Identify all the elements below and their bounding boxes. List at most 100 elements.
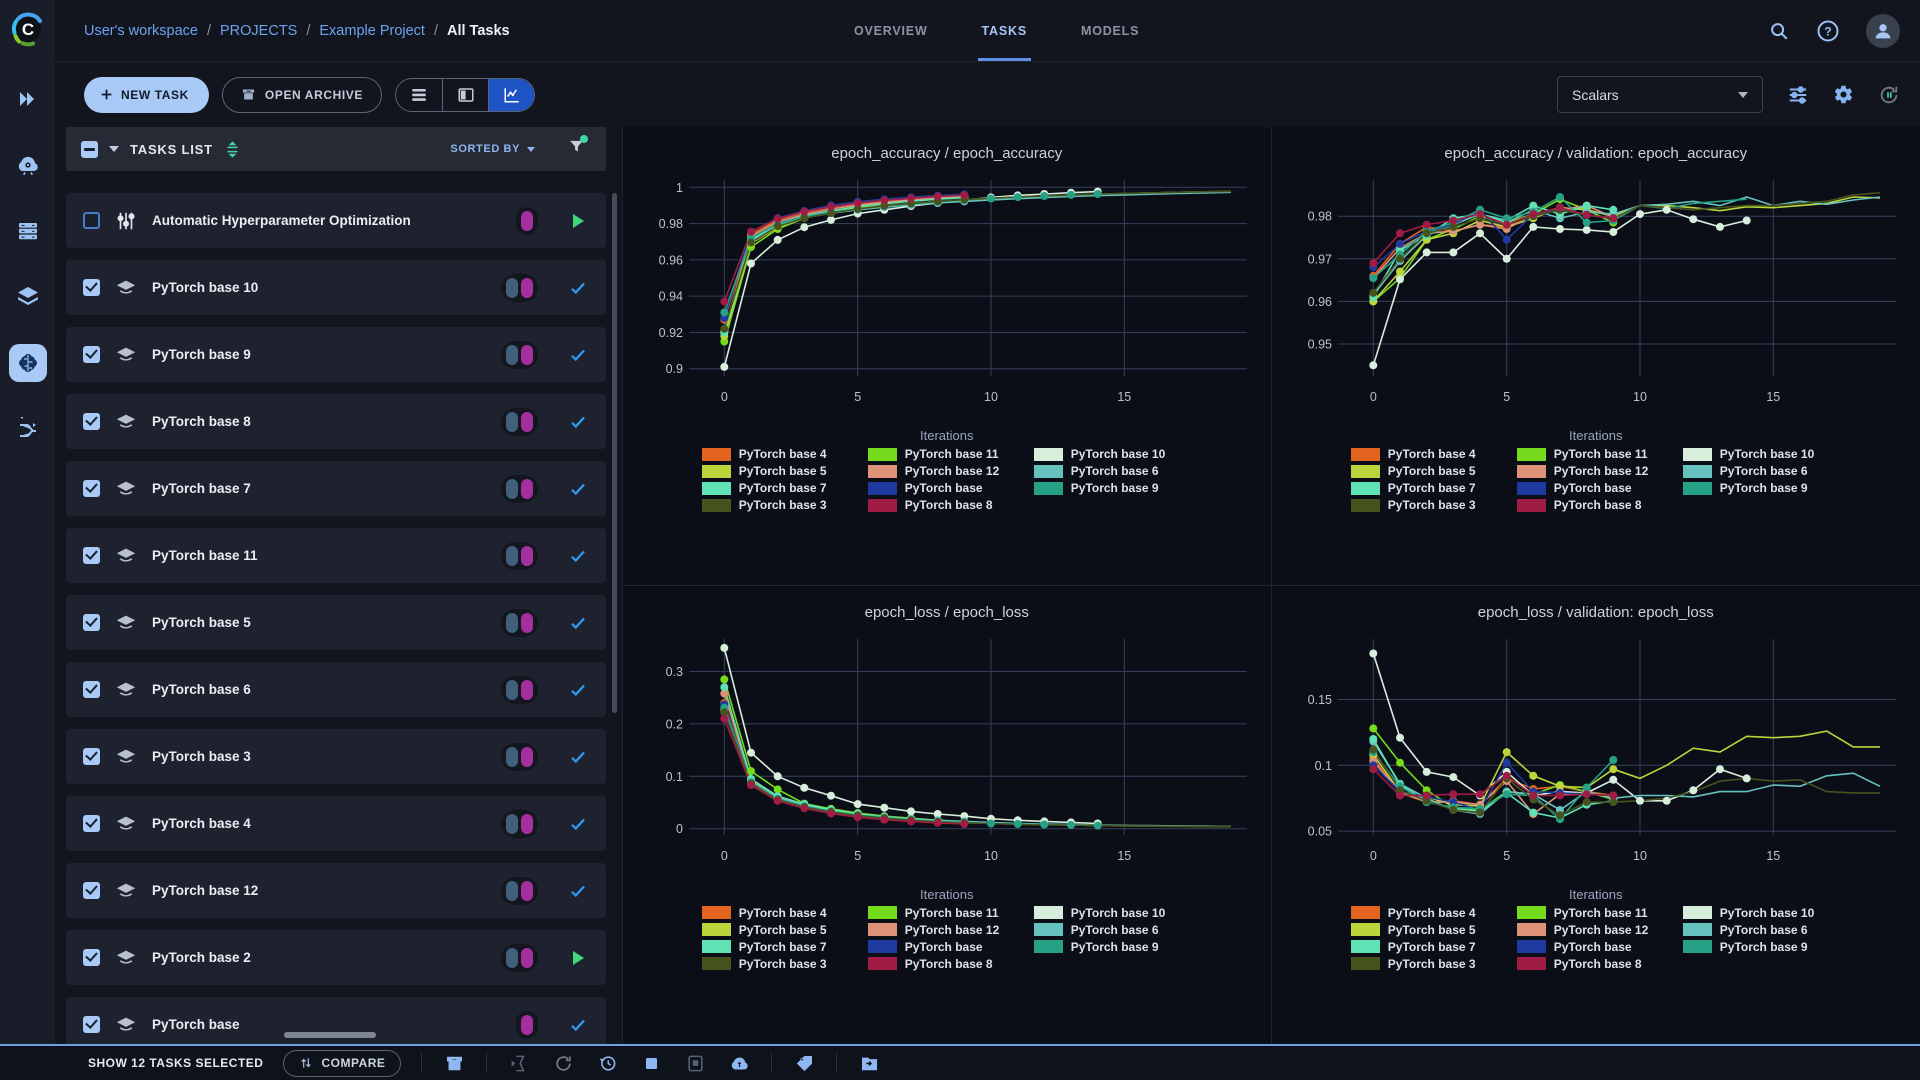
- open-archive-button[interactable]: OPEN ARCHIVE: [221, 76, 383, 113]
- vertical-scrollbar[interactable]: [612, 193, 617, 713]
- legend-item[interactable]: PyTorch base 11: [1516, 906, 1675, 920]
- legend-item[interactable]: PyTorch base 7: [1350, 940, 1509, 954]
- select-all-checkbox[interactable]: [81, 140, 98, 158]
- breadcrumb-project[interactable]: Example Project: [319, 23, 425, 39]
- task-pills[interactable]: [501, 340, 538, 369]
- task-pills[interactable]: [501, 541, 538, 570]
- task-row[interactable]: Automatic Hyperparameter Optimization: [66, 193, 606, 248]
- chart-view-icon[interactable]: [488, 78, 535, 111]
- legend-item[interactable]: PyTorch base 5: [1350, 923, 1509, 937]
- retry-icon[interactable]: [551, 1051, 575, 1075]
- legend-item[interactable]: PyTorch base 11: [1516, 447, 1675, 461]
- task-status[interactable]: [567, 279, 589, 297]
- legend-item[interactable]: PyTorch base 10: [1682, 447, 1841, 461]
- task-status[interactable]: [567, 413, 589, 431]
- task-row[interactable]: PyTorch base 3: [66, 729, 606, 784]
- settings-gear-icon[interactable]: [1833, 84, 1854, 105]
- task-checkbox[interactable]: [83, 1016, 100, 1033]
- task-row[interactable]: PyTorch base 7: [66, 461, 606, 516]
- auto-refresh-icon[interactable]: [1878, 84, 1900, 106]
- task-status[interactable]: [567, 748, 589, 766]
- legend-item[interactable]: PyTorch base 9: [1033, 481, 1192, 495]
- metric-select[interactable]: Scalars: [1557, 76, 1763, 113]
- task-row[interactable]: PyTorch base 10: [66, 260, 606, 315]
- sort-handle-icon[interactable]: [224, 140, 241, 158]
- abort-icon[interactable]: [639, 1051, 663, 1075]
- legend-item[interactable]: PyTorch base 8: [867, 957, 1026, 971]
- legend-item[interactable]: PyTorch base 9: [1682, 481, 1841, 495]
- task-status[interactable]: [567, 882, 589, 900]
- frame-icon[interactable]: [683, 1051, 707, 1075]
- legend-item[interactable]: PyTorch base: [1516, 940, 1675, 954]
- select-menu-caret-icon[interactable]: [109, 146, 119, 152]
- legend-item[interactable]: PyTorch base 3: [701, 957, 860, 971]
- task-row[interactable]: PyTorch base 12: [66, 863, 606, 918]
- legend-item[interactable]: PyTorch base: [1516, 481, 1675, 495]
- task-checkbox[interactable]: [83, 614, 100, 631]
- tab-models[interactable]: MODELS: [1077, 0, 1143, 61]
- legend-item[interactable]: PyTorch base 3: [701, 498, 860, 512]
- legend-item[interactable]: PyTorch base 11: [867, 906, 1026, 920]
- legend-item[interactable]: PyTorch base 6: [1033, 923, 1192, 937]
- legend-item[interactable]: PyTorch base 6: [1682, 923, 1841, 937]
- search-icon[interactable]: [1768, 20, 1790, 42]
- task-row[interactable]: PyTorch base 11: [66, 528, 606, 583]
- task-pills[interactable]: [501, 608, 538, 637]
- task-status[interactable]: [567, 950, 589, 965]
- task-checkbox[interactable]: [83, 949, 100, 966]
- task-status[interactable]: [567, 213, 589, 228]
- legend-item[interactable]: PyTorch base 11: [867, 447, 1026, 461]
- legend-item[interactable]: PyTorch base 12: [1516, 923, 1675, 937]
- task-row[interactable]: PyTorch base 2: [66, 930, 606, 985]
- publish-cloud-icon[interactable]: [727, 1051, 751, 1075]
- legend-item[interactable]: PyTorch base 10: [1033, 447, 1192, 461]
- legend-item[interactable]: PyTorch base 4: [701, 906, 860, 920]
- help-icon[interactable]: ?: [1816, 19, 1840, 43]
- legend-item[interactable]: PyTorch base 10: [1682, 906, 1841, 920]
- selected-count-label[interactable]: SHOW 12 TASKS SELECTED: [88, 1056, 263, 1070]
- task-pills[interactable]: [501, 675, 538, 704]
- hourglass-icon[interactable]: [507, 1051, 531, 1075]
- task-checkbox[interactable]: [83, 346, 100, 363]
- chart-plot[interactable]: 0 5 10 15 0.9 0.92 0.94 0.96 0.98 1: [637, 170, 1257, 428]
- legend-item[interactable]: PyTorch base 8: [1516, 498, 1675, 512]
- task-status[interactable]: [567, 815, 589, 833]
- datasets-icon[interactable]: [9, 278, 47, 316]
- legend-item[interactable]: PyTorch base 4: [701, 447, 860, 461]
- task-checkbox[interactable]: [83, 748, 100, 765]
- task-pills[interactable]: [516, 206, 538, 235]
- expand-icon[interactable]: [9, 80, 47, 118]
- task-pills[interactable]: [501, 474, 538, 503]
- task-checkbox[interactable]: [83, 882, 100, 899]
- chart-plot[interactable]: 0 5 10 15 0 0.1 0.2 0.3: [637, 629, 1257, 887]
- pipelines-icon[interactable]: [9, 410, 47, 448]
- legend-item[interactable]: PyTorch base 9: [1033, 940, 1192, 954]
- legend-item[interactable]: PyTorch base 12: [1516, 464, 1675, 478]
- legend-item[interactable]: PyTorch base: [867, 940, 1026, 954]
- task-checkbox[interactable]: [83, 815, 100, 832]
- chart-plot[interactable]: 0 5 10 15 0.05 0.1 0.15: [1286, 629, 1906, 887]
- task-pills[interactable]: [501, 407, 538, 436]
- split-view-icon[interactable]: [442, 78, 488, 111]
- legend-item[interactable]: PyTorch base 8: [1516, 957, 1675, 971]
- task-row[interactable]: PyTorch base 4: [66, 796, 606, 851]
- task-checkbox[interactable]: [83, 413, 100, 430]
- workers-icon[interactable]: [9, 212, 47, 250]
- legend-item[interactable]: PyTorch base 7: [701, 481, 860, 495]
- legend-item[interactable]: PyTorch base 12: [867, 923, 1026, 937]
- legend-item[interactable]: PyTorch base: [867, 481, 1026, 495]
- task-checkbox[interactable]: [83, 547, 100, 564]
- legend-item[interactable]: PyTorch base 7: [1350, 481, 1509, 495]
- legend-item[interactable]: PyTorch base 6: [1033, 464, 1192, 478]
- task-status[interactable]: [567, 614, 589, 632]
- clearml-logo[interactable]: C: [0, 0, 55, 58]
- legend-item[interactable]: PyTorch base 5: [701, 464, 860, 478]
- move-to-project-icon[interactable]: [857, 1051, 881, 1075]
- legend-item[interactable]: PyTorch base 3: [1350, 498, 1509, 512]
- avatar[interactable]: [1866, 13, 1900, 48]
- task-pills[interactable]: [501, 943, 538, 972]
- tab-tasks[interactable]: TASKS: [977, 0, 1031, 61]
- legend-item[interactable]: PyTorch base 10: [1033, 906, 1192, 920]
- tune-icon[interactable]: [1787, 84, 1809, 106]
- table-view-icon[interactable]: [396, 79, 442, 111]
